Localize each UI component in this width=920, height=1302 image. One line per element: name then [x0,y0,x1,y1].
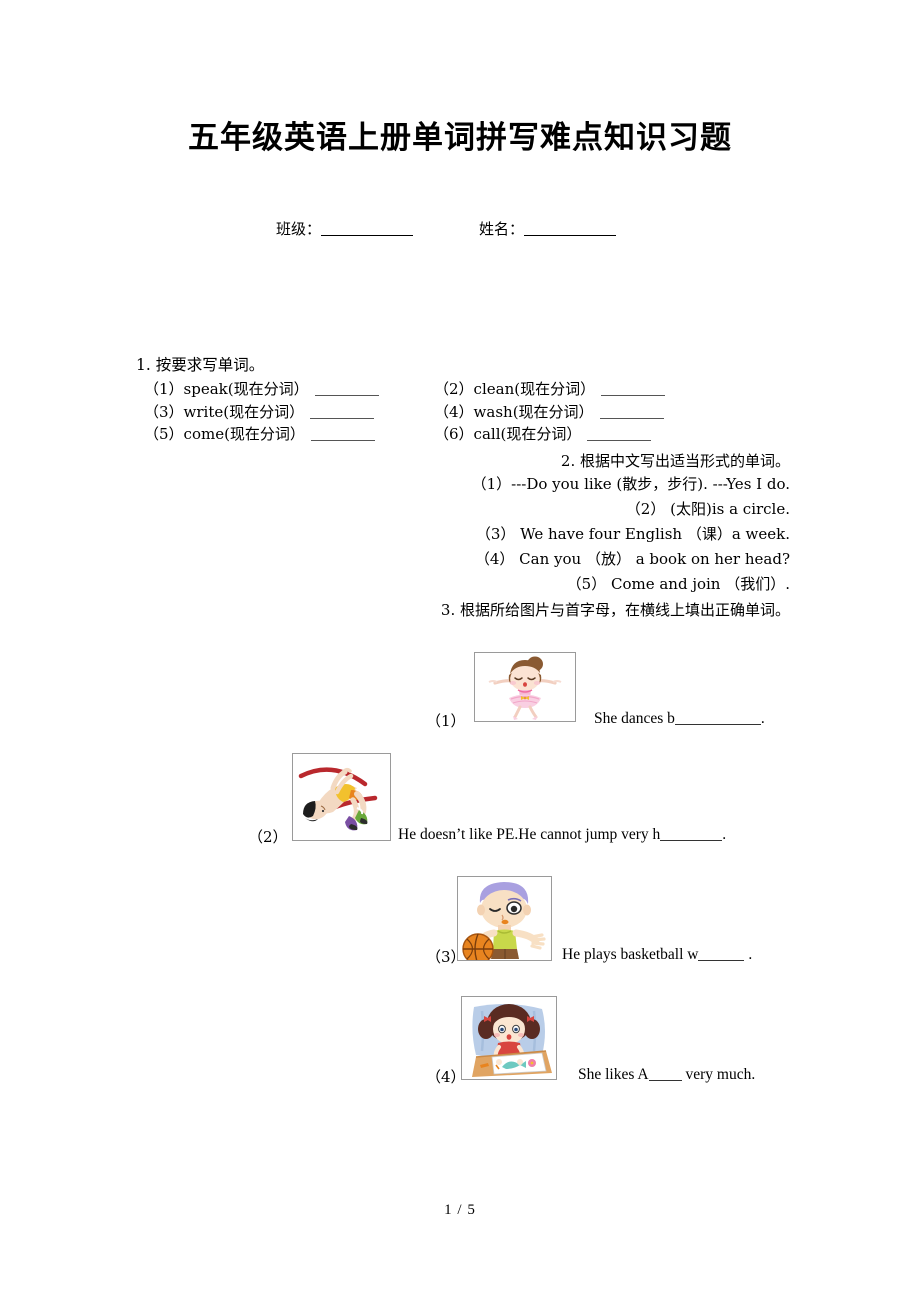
answer-blank[interactable] [601,395,666,396]
section-1-items: （1）speak(现在分词） （2）clean(现在分词） （3）write(现… [144,378,804,446]
section-3-heading: 3. 根据所给图片与首字母，在横线上填出正确单词。 [440,601,790,619]
question-text: She likes A [578,1066,649,1083]
list-item: （3）write(现在分词） [144,401,375,422]
class-blank-field[interactable] [321,235,414,236]
question-text: He doesn’t like PE.He cannot jump very h [398,826,661,843]
list-item: （4） Can you （放） a book on her head? [474,550,790,568]
list-item: （3） We have four English （课）a week. [475,525,790,543]
item-prompt: speak(现在分词） [183,380,309,398]
item-prompt: wash(现在分词） [473,402,594,421]
list-item: He plays basketball w . [562,946,752,964]
answer-blank[interactable] [310,417,375,419]
item-number: （6） [434,425,474,443]
list-item: （6）call(现在分词） [434,423,652,444]
item-number: （4） [426,1068,466,1086]
section-2-heading: 2. 根据中文写出适当形式的单词。 [560,452,790,470]
name-blank-field[interactable] [524,235,617,236]
page-title: 五年级英语上册单词拼写难点知识习题 [188,120,732,156]
list-item: （5）come(现在分词） [144,423,375,444]
answer-blank[interactable] [599,417,664,419]
worksheet-page: 五年级英语上册单词拼写难点知识习题 班级： 姓名： 1. 按要求写单词。 （1）s… [0,0,920,1302]
question-punctuation: . [760,710,765,727]
list-item: （5） Come and join （我们）. [566,575,790,593]
item-prompt: call(现在分词） [473,425,582,443]
item-number: （5） [144,425,184,443]
table-row: （5）come(现在分词） （6）call(现在分词） [144,423,804,446]
girl-drawing-art-picture [461,996,557,1080]
high-jump-athlete-picture [292,753,391,841]
item-number: （2） [434,380,474,398]
item-prompt: clean(现在分词） [473,380,596,398]
student-meta-row: 班级： 姓名： [276,218,617,239]
item-number: （1） [144,380,184,398]
answer-blank[interactable] [587,440,652,441]
list-item: She likes A very much. [578,1066,755,1084]
answer-blank[interactable] [660,840,723,841]
item-number: （4） [434,402,474,421]
item-prompt: write(现在分词） [183,402,305,421]
list-item: （2） (太阳)is a circle. [625,500,790,518]
question-punctuation: very much. [681,1066,756,1083]
list-item: （1）---Do you like (散步，步行). ---Yes I do. [471,475,790,493]
name-label: 姓名： [479,220,525,238]
ballerina-girl-dancing-picture [474,652,576,722]
list-item: （1）speak(现在分词） [144,378,379,399]
item-number: （1） [426,712,466,730]
answer-blank[interactable] [698,960,745,961]
list-item: He doesn’t like PE.He cannot jump very h… [398,826,726,844]
item-prompt: come(现在分词） [183,425,305,443]
answer-blank[interactable] [314,395,379,396]
question-punctuation: . [722,826,727,843]
item-number: （3） [144,402,184,421]
question-text: He plays basketball w [562,946,699,963]
table-row: （3）write(现在分词） （4）wash(现在分词） [144,401,804,424]
question-text: She dances b [594,710,675,727]
page-number-footer: 1 / 5 [444,1202,476,1218]
list-item: （4）wash(现在分词） [434,401,664,422]
answer-blank[interactable] [310,440,375,441]
class-label: 班级： [276,220,322,238]
table-row: （1）speak(现在分词） （2）clean(现在分词） [144,378,804,401]
answer-blank[interactable] [674,724,761,725]
answer-blank[interactable] [648,1080,682,1081]
question-punctuation: . [744,946,753,963]
list-item: She dances b. [594,710,765,728]
list-item: （2）clean(现在分词） [434,378,666,399]
boy-playing-basketball-picture [457,876,552,961]
item-number: （2） [248,828,288,846]
section-1-heading: 1. 按要求写单词。 [136,356,265,374]
